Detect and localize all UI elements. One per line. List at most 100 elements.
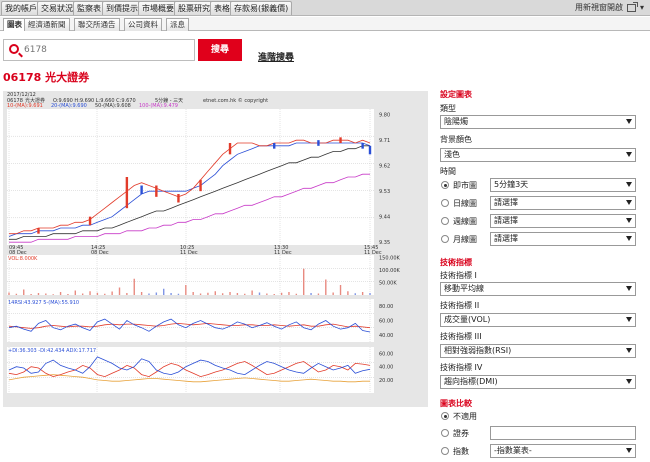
price-candle (228, 143, 232, 155)
rsi-legend: 14RSI:43.927 5-(MA):55.910 (8, 300, 79, 306)
ma10-legend: 10-(MA):9.691 (7, 103, 43, 109)
volume-tick-label: 150.00K (379, 256, 400, 262)
chevron-down-icon (626, 182, 632, 187)
indicator-1-value: 移動平均線 (444, 284, 484, 293)
stock-chart[interactable]: 2017/12/12 06178 光大證券 O:9.690 H:9.690 L:… (3, 91, 428, 407)
volume-bar (266, 293, 268, 295)
indicator-4-select[interactable]: 趨向指標(DMI) (440, 375, 636, 389)
volume-bar (163, 288, 165, 295)
nav-tab-trade-status[interactable]: 交易狀況 (37, 1, 77, 15)
chevron-down-icon (626, 448, 632, 453)
intraday-radio[interactable] (441, 181, 449, 189)
indicator-1-select[interactable]: 移動平均線 (440, 282, 636, 296)
volume-tick-label: 50.00K (379, 281, 397, 287)
volume-bar (118, 287, 121, 295)
search-input[interactable] (24, 42, 192, 58)
price-candle (199, 179, 202, 192)
volume-bar (126, 293, 128, 295)
nav-tab-price-alert[interactable]: 到價提示 (102, 1, 142, 15)
volume-bar (236, 293, 239, 295)
rsi-tick-label: 60.00 (379, 319, 393, 325)
price-candle (368, 145, 372, 155)
chevron-down-icon (626, 317, 632, 322)
volume-bar (369, 293, 371, 295)
tab-chart[interactable]: 圖表 (3, 18, 26, 31)
price-candle (177, 194, 180, 203)
tab-dividend[interactable]: 派息 (166, 18, 189, 31)
open-new-window-link[interactable]: 用新視窗開啟 ▾ (575, 1, 644, 15)
volume-bar (361, 292, 364, 295)
volume-bar (295, 293, 298, 295)
tab-company-info[interactable]: 公司資料 (124, 18, 162, 31)
nav-tab-my-account[interactable]: 我的帳戶 (1, 1, 41, 15)
price-candle (125, 177, 129, 209)
volume-bar (251, 290, 253, 295)
type-select[interactable]: 陰陽燭 (440, 115, 636, 129)
ma20-legend: 20-(MA):9.690 (51, 103, 87, 109)
volume-bar (354, 293, 356, 295)
volume-bar (104, 293, 106, 295)
intraday-label: 即市圖 (453, 181, 477, 190)
chevron-down-icon[interactable]: ▾ (640, 1, 644, 15)
weekly-radio[interactable] (441, 217, 449, 225)
compare-stock-input[interactable] (490, 426, 636, 440)
nav-tab-watchlist[interactable]: 監察表 (73, 1, 105, 15)
price-candle (273, 143, 276, 149)
price-candle (37, 228, 40, 234)
weekly-select[interactable]: 請選擇 (490, 214, 636, 228)
volume-bar (96, 292, 99, 295)
tab-etnet-news[interactable]: 經濟通新聞 (24, 18, 70, 31)
price-tick-label: 9.44 (379, 215, 390, 221)
price-tick-label: 9.71 (379, 138, 390, 144)
chevron-down-icon (626, 286, 632, 291)
daily-radio[interactable] (441, 199, 449, 207)
indicator-4-label: 技術指標 IV (440, 363, 483, 372)
volume-bar (67, 294, 69, 295)
indicator-3-select[interactable]: 相對強弱指數(RSI) (440, 344, 636, 358)
compare-index-radio[interactable] (441, 447, 449, 455)
compare-index-label: 指數 (453, 447, 469, 456)
compare-none-radio[interactable] (441, 412, 449, 420)
compare-index-select[interactable]: -指數業表- (490, 444, 636, 458)
indicator-3-value: 相對強弱指數(RSI) (444, 346, 512, 355)
bg-color-select[interactable]: 淺色 (440, 148, 636, 162)
stock-chart-svg: 2017/12/12 06178 光大證券 O:9.690 H:9.690 L:… (7, 92, 400, 393)
weekly-label: 週線圖 (453, 217, 477, 226)
volume-bar (30, 294, 32, 295)
chevron-down-icon (626, 119, 632, 124)
monthly-select[interactable]: 請選擇 (490, 232, 636, 246)
daily-label: 日線圖 (453, 199, 477, 208)
volume-bar (244, 293, 246, 295)
volume-bar (221, 293, 224, 295)
section-indicators: 技術指標 (440, 258, 472, 267)
volume-bar (332, 292, 334, 295)
indicator-3-label: 技術指標 III (440, 332, 482, 341)
volume-bar (214, 291, 216, 295)
nav-tab-stock-research[interactable]: 股票研究 (174, 1, 214, 15)
chevron-down-icon (626, 200, 632, 205)
volume-bar (192, 292, 194, 295)
volume-bar (37, 293, 40, 295)
volume-bar (273, 294, 275, 295)
intraday-select[interactable]: 5分鐘3天 (490, 178, 636, 192)
tab-hkex-notices[interactable]: 聯交所通告 (74, 18, 120, 31)
nav-tab-market-overview[interactable]: 市場概要 (138, 1, 178, 15)
search-button[interactable]: 搜尋 (198, 39, 242, 61)
indicator-2-select[interactable]: 成交量(VOL) (440, 313, 636, 327)
nav-tab-deposit[interactable]: 存款易(銀義價) (230, 1, 293, 15)
monthly-radio[interactable] (441, 235, 449, 243)
volume-bar (52, 294, 54, 295)
rsi-tick-label: 80.00 (379, 304, 393, 310)
volume-bar (81, 293, 84, 295)
dmi-tick-label: 60.00 (379, 352, 393, 358)
volume-bar (229, 292, 231, 295)
volume-bar (74, 290, 77, 295)
volume-legend: VOL:8.000K (8, 256, 38, 262)
rsi-tick-label: 40.00 (379, 333, 393, 339)
compare-stock-radio[interactable] (441, 429, 449, 437)
volume-bar (258, 292, 261, 295)
search-box (3, 39, 195, 61)
daily-select[interactable]: 請選擇 (490, 196, 636, 210)
advanced-search-link[interactable]: 進階搜尋 (258, 50, 294, 63)
compare-stock-label: 證券 (453, 429, 469, 438)
